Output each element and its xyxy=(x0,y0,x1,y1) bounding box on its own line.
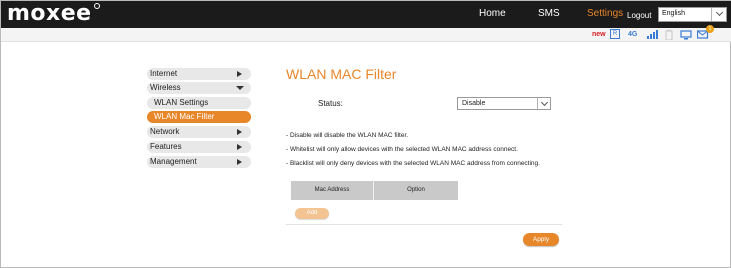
note-disable: - Disable will disable the WLAN MAC filt… xyxy=(286,132,409,139)
language-select-value: English xyxy=(662,10,685,17)
chevron-right-icon xyxy=(237,144,242,150)
status-select[interactable]: Disable xyxy=(457,97,551,110)
sidebar-item-label: Management xyxy=(150,157,197,166)
chevron-down-icon xyxy=(236,86,244,90)
sidebar-item-internet[interactable]: Internet xyxy=(147,68,251,80)
add-button[interactable]: Add xyxy=(295,208,329,219)
logo-mark-icon xyxy=(94,3,100,9)
mac-address-table: Mac Address Option xyxy=(291,181,458,200)
page-title: WLAN MAC Filter xyxy=(286,66,397,82)
divider xyxy=(286,224,562,225)
chevron-down-icon xyxy=(540,98,549,107)
nav-home[interactable]: Home xyxy=(479,8,506,20)
sidebar-item-label: Features xyxy=(150,142,182,151)
nav-sms[interactable]: SMS xyxy=(538,8,560,20)
chevron-right-icon xyxy=(237,159,242,165)
network-type-label: 4G xyxy=(628,31,638,38)
table-header-option: Option xyxy=(407,187,425,193)
sms-count-badge: 1 xyxy=(706,25,714,33)
battery-icon xyxy=(665,30,673,43)
sidebar-item-label: Internet xyxy=(150,69,178,78)
sidebar-item-label: WLAN Settings xyxy=(154,98,209,107)
status-dropdown-button[interactable] xyxy=(537,98,550,109)
sidebar-item-wireless[interactable]: Wireless xyxy=(147,82,251,94)
moxee-logo[interactable]: moxee xyxy=(7,1,92,27)
note-whitelist: - Whitelist will only allow devices with… xyxy=(286,146,518,153)
connection-icon xyxy=(680,30,692,43)
signal-strength-icon xyxy=(647,29,659,39)
nav-settings[interactable]: Settings xyxy=(587,8,623,20)
language-dropdown-button[interactable] xyxy=(711,8,726,21)
sidebar-item-wlan-mac-filter[interactable]: WLAN Mac Filter xyxy=(147,111,251,123)
chevron-right-icon xyxy=(237,129,242,135)
sidebar-item-management[interactable]: Management xyxy=(147,156,251,168)
chevron-right-icon xyxy=(237,71,242,77)
top-bar: moxee Home SMS Settings Logout English xyxy=(1,1,731,28)
status-bar: new R 4G 1 xyxy=(1,25,731,43)
sidebar-item-network[interactable]: Network xyxy=(147,126,251,138)
apply-button[interactable]: Apply xyxy=(523,233,559,246)
sidebar-item-label: Wireless xyxy=(150,83,181,92)
note-blacklist: - Blacklist will only deny devices with … xyxy=(286,160,540,167)
chevron-down-icon xyxy=(715,8,724,17)
status-select-value: Disable xyxy=(462,100,486,107)
sidebar-item-features[interactable]: Features xyxy=(147,141,251,153)
sms-count: 1 xyxy=(708,26,712,32)
roaming-label: R xyxy=(612,31,618,37)
table-header-mac-address: Mac Address xyxy=(291,181,374,200)
sidebar-item-label: WLAN Mac Filter xyxy=(154,112,215,121)
language-select[interactable]: English xyxy=(658,7,727,22)
sidebar-item-label: Network xyxy=(150,127,180,136)
status-label: Status: xyxy=(318,99,343,108)
sidebar-item-wlan-settings[interactable]: WLAN Settings xyxy=(147,97,251,109)
new-badge: new xyxy=(592,31,606,38)
roaming-icon: R xyxy=(610,29,620,39)
logout-link[interactable]: Logout xyxy=(627,10,651,22)
